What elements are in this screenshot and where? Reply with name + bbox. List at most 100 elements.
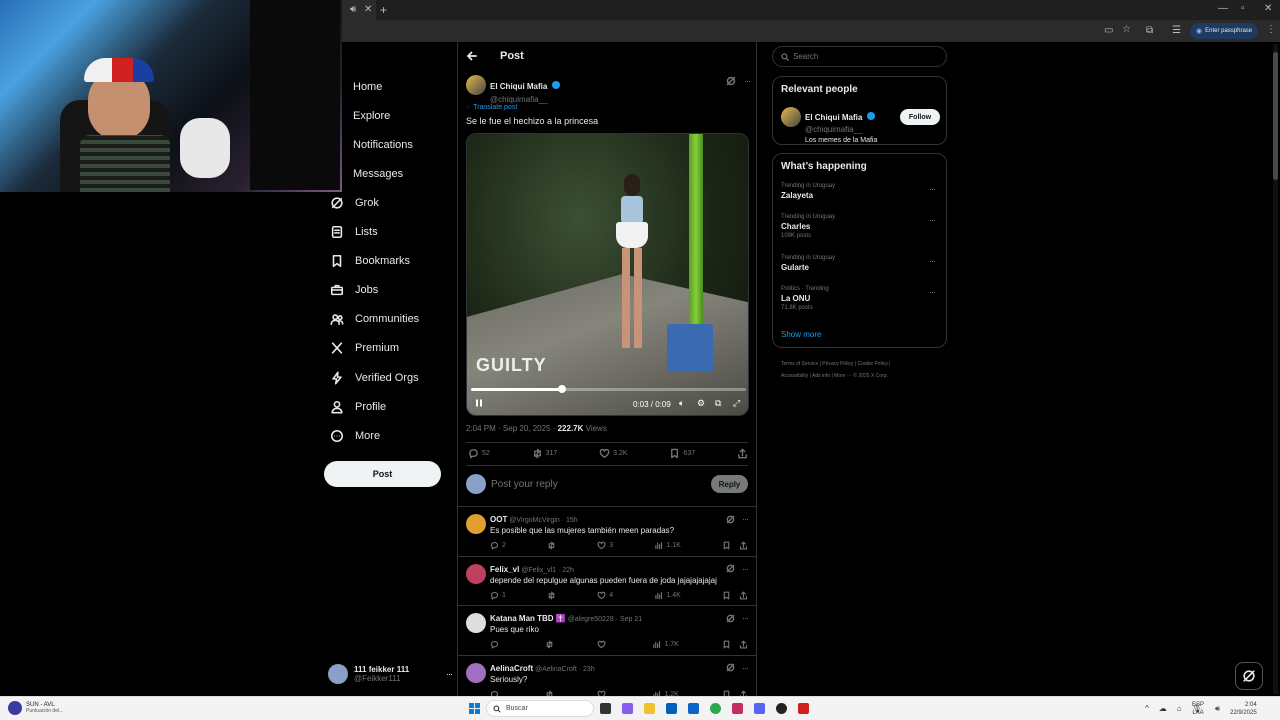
install-icon[interactable]: ▭ [1104, 25, 1113, 36]
grok-icon[interactable] [726, 515, 735, 524]
grok-fab[interactable] [1235, 662, 1263, 690]
avatar[interactable] [781, 107, 801, 127]
extensions-icon[interactable]: ⧉ [1146, 25, 1153, 36]
settings-icon[interactable]: ⚙ [697, 398, 705, 409]
language-indicator[interactable]: ESP LAA [1192, 701, 1204, 717]
grok-icon[interactable] [726, 564, 735, 573]
more-options-icon[interactable]: ··· [929, 256, 936, 266]
grok-icon[interactable] [726, 76, 736, 86]
network-icon[interactable]: ⌂ [1177, 704, 1182, 713]
relevant-person[interactable]: El Chiqui Mafia @chiquimafia__ Los memes… [805, 107, 877, 144]
onedrive-icon[interactable]: ☁ [1159, 704, 1167, 713]
grok-icon[interactable] [726, 663, 735, 672]
app-icon[interactable] [732, 703, 743, 714]
close-tab-icon[interactable]: ✕ [364, 4, 372, 15]
scrollbar-thumb[interactable] [1273, 52, 1278, 180]
scrollbar[interactable] [1273, 44, 1278, 694]
more-options-icon[interactable]: ··· [929, 287, 936, 297]
avatar[interactable] [466, 75, 486, 95]
repost-button[interactable] [547, 541, 556, 550]
reply-author[interactable]: OOT [490, 515, 507, 524]
reply-button[interactable]: 52 [468, 448, 490, 459]
more-options-icon[interactable]: ··· [742, 564, 749, 574]
nav-explore[interactable]: Explore [330, 102, 390, 130]
repost-button[interactable]: 317 [532, 448, 557, 459]
like-button[interactable]: 3 [597, 541, 613, 550]
tab-search-icon[interactable]: ☰ [1172, 25, 1181, 36]
nav-communities[interactable]: Communities [330, 305, 419, 333]
new-tab-icon[interactable]: + [380, 3, 387, 17]
volume-icon[interactable]: 🔈︎ [679, 398, 684, 409]
browser-menu-icon[interactable]: ⋮ [1266, 24, 1276, 35]
more-options-icon[interactable]: ··· [929, 184, 936, 194]
trend-item[interactable]: Trending in Uruguay Charles 109K posts [781, 214, 835, 239]
views-button[interactable]: 1.7K [652, 640, 679, 649]
nav-verified-orgs[interactable]: Verified Orgs [330, 364, 419, 392]
star-icon[interactable]: ☆ [1122, 24, 1131, 35]
nav-lists[interactable]: Lists [330, 218, 378, 246]
avatar[interactable] [466, 563, 486, 584]
more-options-icon[interactable]: ··· [742, 663, 749, 673]
maximize-icon[interactable]: ▫ [1241, 3, 1245, 14]
taskbar-search[interactable]: Buscar [486, 700, 594, 717]
grok-icon[interactable] [726, 614, 735, 623]
reply-author[interactable]: AelinaCroft [490, 664, 533, 673]
reply-button[interactable] [490, 640, 502, 649]
more-options-icon[interactable]: ··· [742, 613, 749, 623]
repost-button[interactable] [547, 591, 556, 600]
footer-line[interactable]: Accessibility | Ads info | More ··· © 20… [781, 370, 946, 382]
like-button[interactable]: 4 [597, 591, 613, 600]
search-input[interactable] [793, 52, 933, 61]
reply-input[interactable] [491, 476, 691, 492]
clock[interactable]: 2:04 22/9/2025 [1230, 701, 1257, 717]
active-tab[interactable]: 🔊︎ ✕ [342, 0, 376, 20]
trend-item[interactable]: Trending in Uruguay Zalayeta [781, 183, 835, 202]
avatar[interactable] [466, 514, 486, 534]
nav-profile[interactable]: Profile [330, 393, 386, 421]
reply-item[interactable]: OOT @VirgoMcVirgin · 15h Es posible que l… [458, 507, 756, 557]
share-button[interactable] [737, 448, 748, 459]
reply-item[interactable]: Katana Man TBD ✝️ @alegre50228 · Sep 21 P… [458, 606, 756, 656]
start-button[interactable] [469, 703, 480, 714]
outlook-icon[interactable] [688, 703, 699, 714]
pause-icon[interactable] [474, 398, 484, 408]
nav-more[interactable]: More [330, 422, 380, 450]
bookmark-button[interactable] [722, 541, 731, 550]
volume-icon[interactable]: 🔊︎ [1215, 704, 1220, 714]
video-progress-knob[interactable] [557, 385, 566, 393]
share-button[interactable] [739, 640, 748, 649]
avatar[interactable] [466, 613, 486, 633]
video-progress-track[interactable] [471, 385, 746, 393]
like-button[interactable] [597, 640, 609, 649]
views-button[interactable]: 1.1K [654, 541, 681, 550]
search-box[interactable] [772, 46, 947, 67]
post-timestamp[interactable]: 2:04 PM · Sep 20, 2025 · [466, 424, 558, 433]
more-options-icon[interactable]: ··· [742, 514, 749, 524]
reply-submit-button[interactable]: Reply [711, 475, 748, 493]
reply-button[interactable]: 2 [490, 541, 506, 550]
reply-author[interactable]: Felix_vl [490, 565, 519, 574]
audio-icon[interactable]: 🔊︎ [350, 4, 356, 15]
nav-messages[interactable]: Messages [330, 160, 403, 188]
weather-widget[interactable]: SUN - AVL Puntuación del... [8, 701, 63, 715]
bookmark-button[interactable]: 637 [669, 448, 695, 459]
avatar[interactable] [466, 662, 486, 683]
more-options-icon[interactable]: ··· [744, 76, 751, 86]
fullscreen-icon[interactable]: ⤢ [733, 398, 740, 409]
views-button[interactable]: 1.4K [654, 591, 681, 600]
nav-notifications[interactable]: Notifications [330, 131, 413, 159]
back-arrow-icon[interactable] [466, 50, 478, 62]
show-more-link[interactable]: Show more [781, 330, 821, 339]
bookmark-button[interactable] [722, 640, 731, 649]
translate-link[interactable]: ◌ Translate post [466, 104, 517, 111]
passphrase-button[interactable]: ◉ Enter passphrase [1190, 23, 1258, 39]
file-explorer-icon[interactable] [644, 703, 655, 714]
share-button[interactable] [739, 541, 748, 550]
minimize-icon[interactable]: — [1218, 3, 1228, 14]
follow-button[interactable]: Follow [900, 109, 940, 125]
post-button[interactable]: Post [324, 461, 441, 487]
task-view-icon[interactable] [600, 703, 611, 714]
discord-icon[interactable] [754, 703, 765, 714]
reply-button[interactable]: 1 [490, 591, 506, 600]
nav-premium[interactable]: Premium [330, 334, 399, 362]
